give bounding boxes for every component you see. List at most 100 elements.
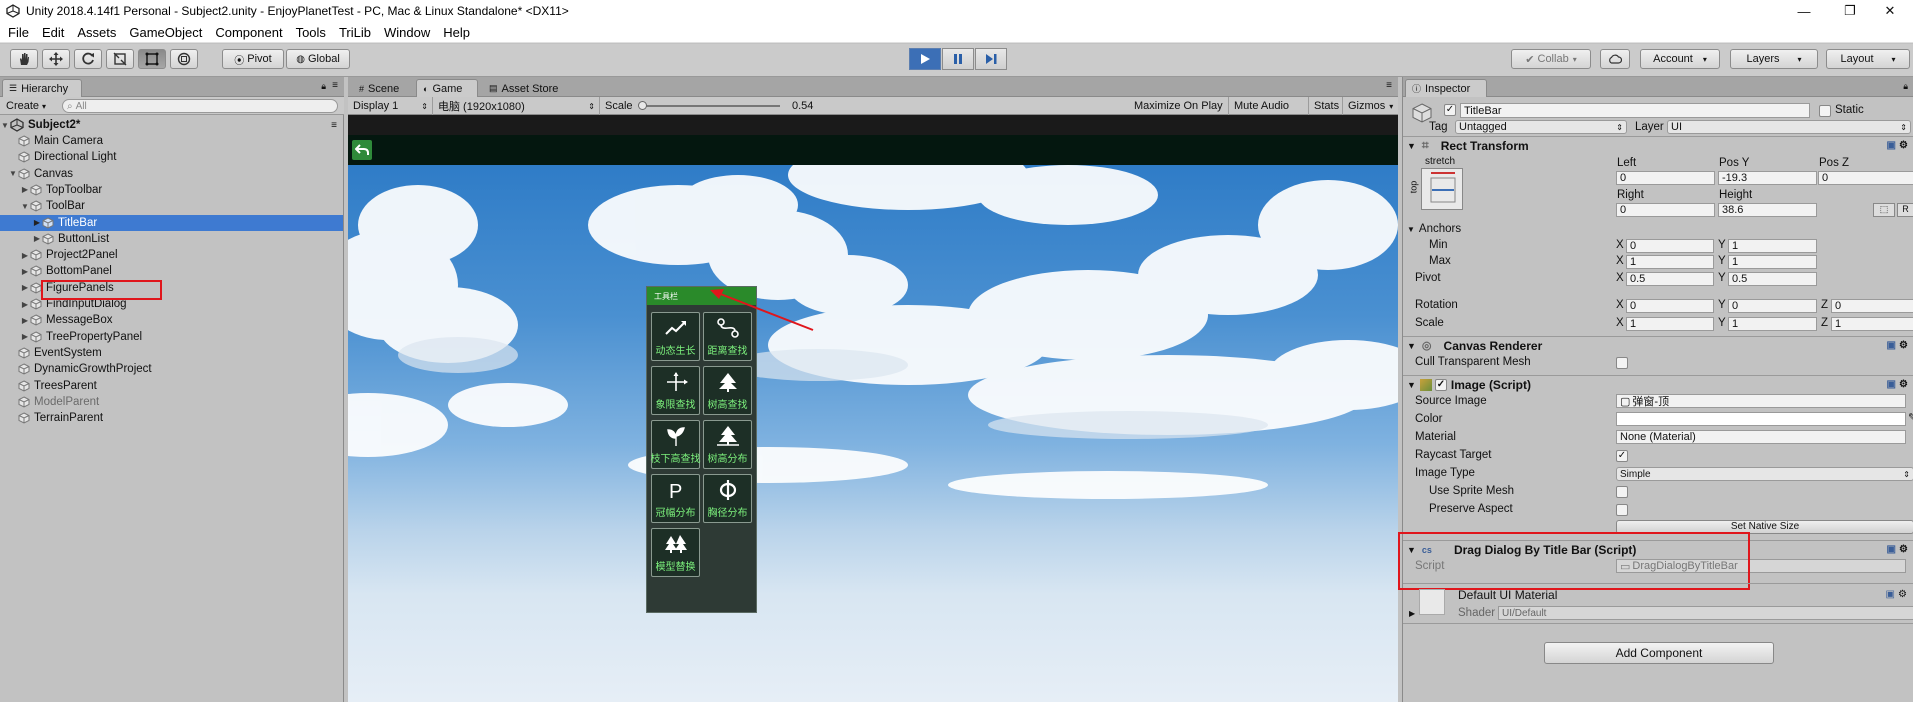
hierarchy-item-terrainparent[interactable]: TerrainParent: [0, 410, 343, 426]
hierarchy-item-buttonlist[interactable]: ▶ ButtonList: [0, 231, 343, 247]
rect-transform-header[interactable]: ▼ ⌗ Rect Transform ▣ ⚙: [1403, 136, 1913, 154]
active-checkbox[interactable]: ✓: [1444, 104, 1456, 116]
panel-menu-icon[interactable]: ≡: [1386, 80, 1392, 91]
help-icon[interactable]: ▣: [1887, 340, 1896, 351]
source-image-field[interactable]: ▢ 弹窗-顶: [1616, 394, 1906, 408]
rect-tool-icon[interactable]: [138, 49, 166, 69]
menu-help[interactable]: Help: [443, 25, 470, 40]
hierarchy-item-canvas[interactable]: ▼ Canvas: [0, 166, 343, 182]
anchor-max-x-field[interactable]: 1: [1626, 255, 1714, 269]
expand-arrow-icon[interactable]: ▶: [32, 234, 42, 243]
foldout-arrow-icon[interactable]: ▶: [1409, 609, 1415, 618]
hierarchy-item-eventsystem[interactable]: EventSystem: [0, 345, 343, 361]
height-field[interactable]: 38.6: [1718, 203, 1817, 217]
anchor-min-x-field[interactable]: 0: [1626, 239, 1714, 253]
expand-arrow-icon[interactable]: ▶: [20, 316, 30, 325]
back-button[interactable]: [352, 140, 372, 160]
hierarchy-item-treesparent[interactable]: TreesParent: [0, 378, 343, 394]
create-dropdown[interactable]: Create ▾: [6, 99, 56, 113]
color-field[interactable]: [1616, 412, 1906, 426]
posz-field[interactable]: 0: [1818, 171, 1913, 185]
hierarchy-search-input[interactable]: ⌕ All: [62, 99, 338, 113]
help-icon[interactable]: ▣: [1887, 544, 1896, 555]
hierarchy-item-messagebox[interactable]: ▶ MessageBox: [0, 312, 343, 328]
close-icon[interactable]: ✕: [1867, 0, 1913, 22]
tab-game[interactable]: ◐ Game: [416, 79, 478, 97]
hierarchy-item-dynamicgrowthproject[interactable]: DynamicGrowthProject: [0, 361, 343, 377]
tool-dbh-distribution[interactable]: 胸径分布: [703, 474, 752, 523]
scene-root-row[interactable]: ▼ Subject2* ≡: [0, 117, 343, 133]
tool-model-replace[interactable]: 模型替换: [651, 528, 700, 577]
display-dropdown[interactable]: Display 1 ⇕: [348, 97, 433, 115]
gizmos-dropdown[interactable]: Gizmos ▾: [1343, 97, 1398, 115]
collab-dropdown[interactable]: ✔ Collab ▾: [1511, 49, 1591, 69]
move-tool-icon[interactable]: [42, 49, 70, 69]
cull-checkbox[interactable]: [1616, 357, 1628, 369]
tool-tree-height-search[interactable]: 树高查找: [703, 366, 752, 415]
scale-y-field[interactable]: 1: [1728, 317, 1817, 331]
posy-field[interactable]: -19.3: [1718, 171, 1817, 185]
hierarchy-item-titlebar[interactable]: ▶ TitleBar: [0, 214, 343, 231]
anchor-presets-button[interactable]: [1421, 168, 1463, 210]
tool-tree-height-distribution[interactable]: 树高分布: [703, 420, 752, 469]
cloud-button[interactable]: [1600, 49, 1630, 69]
hierarchy-item-main camera[interactable]: Main Camera: [0, 133, 343, 149]
expand-arrow-icon[interactable]: ▼: [20, 202, 30, 211]
maximize-on-play-toggle[interactable]: Maximize On Play: [1129, 97, 1229, 115]
menu-trilib[interactable]: TriLib: [339, 25, 371, 40]
stats-toggle[interactable]: Stats: [1309, 97, 1343, 115]
raw-edit-button[interactable]: R: [1897, 203, 1913, 217]
menu-file[interactable]: File: [8, 25, 29, 40]
hierarchy-item-project2panel[interactable]: ▶ Project2Panel: [0, 247, 343, 263]
pivot-y-field[interactable]: 0.5: [1728, 272, 1817, 286]
menu-edit[interactable]: Edit: [42, 25, 64, 40]
layers-dropdown[interactable]: Layers ▾: [1730, 49, 1818, 69]
tab-asset-store[interactable]: ▤ Asset Store: [482, 79, 580, 97]
transform-tool-icon[interactable]: [170, 49, 198, 69]
tab-hierarchy[interactable]: ☰ Hierarchy: [2, 79, 82, 97]
tool-quadrant-search[interactable]: 象限查找: [651, 366, 700, 415]
settings-gear-icon[interactable]: ⚙: [1899, 340, 1908, 351]
preserve-aspect-checkbox[interactable]: [1616, 504, 1628, 516]
tab-scene[interactable]: # Scene: [352, 79, 412, 97]
canvas-renderer-header[interactable]: ▼ ◎ Canvas Renderer ▣ ⚙: [1403, 336, 1913, 354]
tab-inspector[interactable]: ⓘ Inspector: [1405, 79, 1487, 97]
menu-tools[interactable]: Tools: [296, 25, 326, 40]
layer-dropdown[interactable]: UI ⇕: [1667, 120, 1911, 134]
expand-arrow-icon[interactable]: ▶: [20, 185, 30, 194]
menu-component[interactable]: Component: [215, 25, 282, 40]
hierarchy-item-directional light[interactable]: Directional Light: [0, 149, 343, 165]
lock-icon[interactable]: 🔒︎: [321, 81, 326, 92]
static-checkbox[interactable]: [1819, 105, 1831, 117]
account-dropdown[interactable]: Account ▾: [1640, 49, 1720, 69]
expand-arrow-icon[interactable]: ▶: [20, 332, 30, 341]
hierarchy-item-bottompanel[interactable]: ▶ BottomPanel: [0, 263, 343, 279]
tool-branch-height-search[interactable]: 枝下高查找: [651, 420, 701, 469]
hierarchy-item-toolbar[interactable]: ▼ ToolBar: [0, 198, 343, 214]
settings-gear-icon[interactable]: ⚙: [1898, 589, 1907, 600]
image-enabled-checkbox[interactable]: ✓: [1434, 378, 1447, 391]
expand-arrow-icon[interactable]: ▼: [8, 169, 18, 178]
help-icon[interactable]: ▣: [1887, 140, 1896, 151]
hierarchy-item-modelparent[interactable]: ModelParent: [0, 394, 343, 410]
hierarchy-item-treepropertypanel[interactable]: ▶ TreePropertyPanel: [0, 329, 343, 345]
menu-gameobject[interactable]: GameObject: [129, 25, 202, 40]
anchor-min-y-field[interactable]: 1: [1728, 239, 1817, 253]
layout-dropdown[interactable]: Layout ▾: [1826, 49, 1910, 69]
expand-arrow-icon[interactable]: ▶: [32, 218, 42, 227]
minimize-icon[interactable]: —: [1781, 0, 1827, 22]
game-viewport[interactable]: 工具栏 动态生长 距离查找 象限查找 树高查找 枝下高查找 树高分布 P 冠幅分…: [348, 115, 1398, 702]
pause-button[interactable]: [942, 48, 974, 70]
tag-dropdown[interactable]: Untagged ⇕: [1455, 120, 1627, 134]
scale-slider-track[interactable]: [640, 105, 780, 107]
tool-dynamic-growth[interactable]: 动态生长: [651, 312, 700, 361]
tool-crown-distribution[interactable]: P 冠幅分布: [651, 474, 700, 523]
global-toggle[interactable]: ◍ Global: [286, 49, 350, 69]
hand-tool-icon[interactable]: [10, 49, 38, 69]
settings-gear-icon[interactable]: ⚙: [1899, 544, 1908, 555]
scene-menu-icon[interactable]: ≡: [331, 120, 337, 131]
settings-gear-icon[interactable]: ⚙: [1899, 379, 1908, 390]
help-icon[interactable]: ▣: [1887, 379, 1896, 390]
mute-audio-toggle[interactable]: Mute Audio: [1229, 97, 1309, 115]
hierarchy-item-toptoolbar[interactable]: ▶ TopToolbar: [0, 182, 343, 198]
